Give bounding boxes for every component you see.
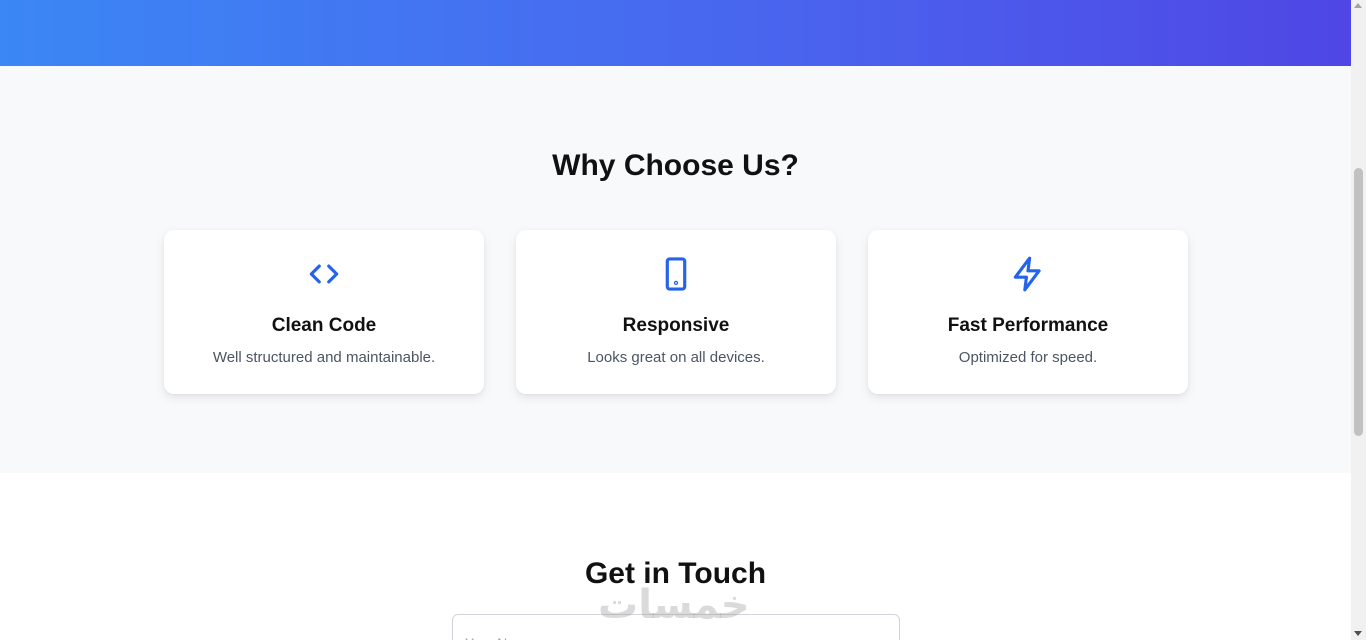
scrollbar-thumb[interactable] — [1354, 168, 1363, 436]
feature-card-description: Optimized for speed. — [958, 349, 1098, 366]
contact-section: Get in Touch — [0, 473, 1351, 640]
features-section: Why Choose Us? Clean Code Well structure… — [0, 66, 1351, 473]
feature-card-responsive: Responsive Looks great on all devices. — [516, 230, 836, 394]
name-input[interactable] — [452, 614, 900, 640]
feature-card-description: Looks great on all devices. — [587, 349, 765, 366]
mobile-device-icon — [656, 254, 696, 294]
feature-card-fast-performance: Fast Performance Optimized for speed. — [868, 230, 1188, 394]
features-title: Why Choose Us? — [552, 149, 799, 182]
scroll-down-arrow-icon[interactable] — [1354, 631, 1362, 636]
contact-title: Get in Touch — [584, 557, 767, 590]
scroll-up-arrow-icon[interactable] — [1354, 3, 1362, 8]
feature-card-title: Responsive — [622, 315, 730, 336]
feature-card-description: Well structured and maintainable. — [212, 349, 436, 366]
feature-card-title: Fast Performance — [947, 315, 1109, 336]
hero-banner — [0, 0, 1351, 66]
page: Why Choose Us? Clean Code Well structure… — [0, 0, 1351, 640]
feature-card-title: Clean Code — [271, 315, 377, 336]
lightning-bolt-icon — [1008, 254, 1048, 294]
feature-card-clean-code: Clean Code Well structured and maintaina… — [164, 230, 484, 394]
page-scrollbar[interactable] — [1351, 0, 1366, 640]
feature-cards: Clean Code Well structured and maintaina… — [164, 230, 1188, 394]
code-icon — [304, 254, 344, 294]
